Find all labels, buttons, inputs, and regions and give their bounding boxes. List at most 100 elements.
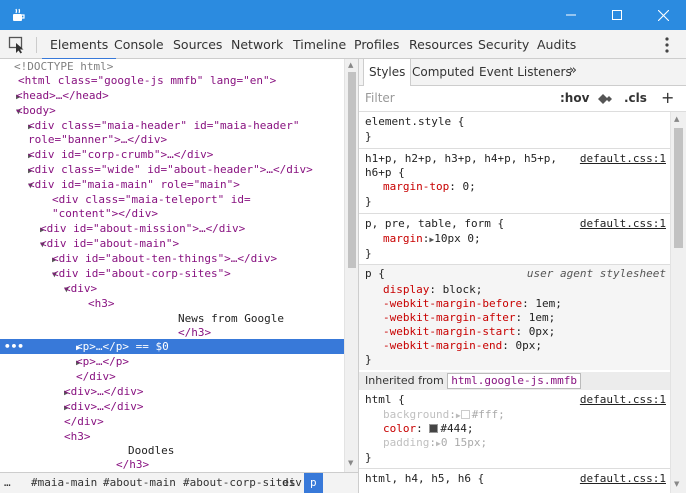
inherited-element-link[interactable]: html.google-js.mmfb xyxy=(447,373,582,389)
tree-line-maia-teleport[interactable]: <div class="maia-teleport" id= xyxy=(0,192,344,207)
collapse-triangle-icon[interactable]: ▼ xyxy=(0,178,33,193)
tree-line-body[interactable]: ▼<body> xyxy=(0,103,344,118)
breadcrumb-maia-main[interactable]: #maia-main xyxy=(31,473,97,493)
breadcrumb-about-main[interactable]: #about-main xyxy=(103,473,176,493)
tree-line-h3-open-2[interactable]: <h3> xyxy=(0,429,344,444)
breadcrumb-div[interactable]: div xyxy=(282,473,302,493)
tree-line-div-collapsed-2[interactable]: ▶<div>…</div> xyxy=(0,399,344,414)
scroll-up-icon[interactable]: ▲ xyxy=(348,61,353,69)
tab-network[interactable]: Network xyxy=(231,30,283,59)
tree-line-head[interactable]: ▶<head>…</head> xyxy=(0,88,344,103)
tree-line-about-main[interactable]: ▼<div id="about-main"> xyxy=(0,236,344,251)
breadcrumb-p[interactable]: p xyxy=(304,473,323,493)
element-style-selector[interactable]: element.style { xyxy=(365,115,464,129)
ua-property[interactable]: display: block; xyxy=(383,283,482,297)
scroll-down-icon[interactable]: ▼ xyxy=(348,459,353,467)
collapse-triangle-icon[interactable]: ▼ xyxy=(0,282,69,297)
scroll-up-icon[interactable]: ▲ xyxy=(674,115,679,123)
html-h-rule-selector[interactable]: html, h4, h5, h6 { xyxy=(365,472,484,486)
tree-line-div[interactable]: ▼<div> xyxy=(0,281,344,296)
ua-property[interactable]: -webkit-margin-end: 0px; xyxy=(383,339,542,353)
collapse-triangle-icon[interactable]: ▼ xyxy=(0,267,57,282)
expand-triangle-icon[interactable]: ▶ xyxy=(0,222,45,237)
close-button[interactable] xyxy=(640,0,686,30)
tree-line-about-header[interactable]: ▶<div class="wide" id="about-header">…</… xyxy=(0,162,344,177)
expand-triangle-icon[interactable]: ▶ xyxy=(0,89,21,104)
tree-line-h3-text[interactable]: News from Google xyxy=(0,311,344,326)
tab-timeline[interactable]: Timeline xyxy=(293,30,346,59)
breadcrumb-overflow[interactable]: … xyxy=(4,473,11,493)
expand-triangle-icon[interactable]: ▶ xyxy=(0,148,33,163)
html-property-background[interactable]: background:▶ #fff; xyxy=(383,408,505,422)
paint-brush-icon[interactable] xyxy=(597,92,613,106)
tree-line-h3-close-2[interactable]: </h3> xyxy=(0,457,344,472)
expand-triangle-icon[interactable]: ▶ xyxy=(0,163,33,178)
maximize-button[interactable] xyxy=(594,0,640,30)
elements-scrollbar[interactable]: ▲ ▼ xyxy=(344,59,358,472)
tree-line-maia-main[interactable]: ▼<div id="maia-main" role="main"> xyxy=(0,177,344,192)
expand-triangle-icon[interactable]: ▶ xyxy=(0,355,81,370)
ua-property[interactable]: -webkit-margin-after: 1em; xyxy=(383,311,555,325)
color-swatch[interactable] xyxy=(460,410,470,419)
tree-line-div-collapsed-1[interactable]: ▶<div>…</div> xyxy=(0,384,344,399)
tree-line-maia-header[interactable]: ▶<div class="maia-header" id="maia-heade… xyxy=(0,118,344,133)
filter-input[interactable]: Filter xyxy=(365,91,395,105)
tree-line-about-ten-things[interactable]: ▶<div id="about-ten-things">…</div> xyxy=(0,251,344,266)
more-options-icon[interactable] xyxy=(664,36,670,54)
p-rule-selector[interactable]: p, pre, table, form { xyxy=(365,217,504,231)
ua-rule-selector[interactable]: p { xyxy=(365,267,385,281)
html-rule-source-link[interactable]: default.css:1 xyxy=(580,393,666,407)
tree-line-selected-p[interactable]: ••• ▶<p>…</p> == $0 xyxy=(0,339,344,354)
p-rule-source-link[interactable]: default.css:1 xyxy=(580,217,666,231)
tree-line-doctype[interactable]: <!DOCTYPE html> xyxy=(0,59,344,74)
ua-property[interactable]: -webkit-margin-start: 0px; xyxy=(383,325,555,339)
selected-dots-icon[interactable]: ••• xyxy=(4,339,24,354)
scrollbar-thumb[interactable] xyxy=(674,128,683,248)
tab-security[interactable]: Security xyxy=(478,30,529,59)
tab-styles[interactable]: Styles xyxy=(363,59,412,86)
tree-line-h3-open[interactable]: <h3> xyxy=(0,296,344,311)
tree-line-html[interactable]: <html class="google-js mmfb" lang="en"> xyxy=(0,73,344,88)
html-rule-selector[interactable]: html { xyxy=(365,393,405,407)
tab-elements[interactable]: Elements xyxy=(41,30,117,60)
p-rule-property[interactable]: margin:▶10px 0; xyxy=(383,232,481,246)
tab-sources[interactable]: Sources xyxy=(173,30,222,59)
scrollbar-thumb[interactable] xyxy=(348,72,356,268)
collapse-triangle-icon[interactable]: ▼ xyxy=(0,237,45,252)
tree-line-corp-crumb[interactable]: ▶<div id="corp-crumb">…</div> xyxy=(0,147,344,162)
inspect-element-icon[interactable] xyxy=(8,36,26,54)
tree-line-p[interactable]: ▶<p>…</p> xyxy=(0,354,344,369)
ua-property[interactable]: -webkit-margin-before: 1em; xyxy=(383,297,562,311)
h-rule-property[interactable]: margin-top: 0; xyxy=(383,180,476,194)
html-h-rule-source-link[interactable]: default.css:1 xyxy=(580,472,666,486)
cls-toggle[interactable]: .cls xyxy=(624,91,647,105)
h-rule-selector-2[interactable]: h6+p { xyxy=(365,166,405,180)
expand-triangle-icon[interactable]: ▶ xyxy=(0,400,69,415)
tab-event-listeners[interactable]: Event Listeners xyxy=(479,59,572,86)
tab-audits[interactable]: Audits xyxy=(537,30,576,59)
tree-line-about-corp-sites[interactable]: ▼<div id="about-corp-sites"> xyxy=(0,266,344,281)
html-property-color[interactable]: color: #444; xyxy=(383,422,474,436)
tree-line-div-close[interactable]: </div> xyxy=(0,369,344,384)
tree-line-h3-close[interactable]: </h3> xyxy=(0,325,344,340)
h-rule-source-link[interactable]: default.css:1 xyxy=(580,152,666,166)
tree-line-h3-text-2[interactable]: Doodles xyxy=(0,443,344,458)
styles-scrollbar[interactable]: ▲ ▼ xyxy=(670,112,686,493)
tree-line-about-mission[interactable]: ▶<div id="about-mission">…</div> xyxy=(0,221,344,236)
tree-line-div-close-2[interactable]: </div> xyxy=(0,414,344,429)
tab-profiles[interactable]: Profiles xyxy=(354,30,399,59)
html-property-padding[interactable]: padding:▶0 15px; xyxy=(383,436,487,450)
h-rule-selector-1[interactable]: h1+p, h2+p, h3+p, h4+p, h5+p, xyxy=(365,152,557,166)
collapse-triangle-icon[interactable]: ▼ xyxy=(0,104,21,119)
tree-line-maia-teleport-cont[interactable]: "content"></div> xyxy=(0,206,344,221)
expand-triangle-icon[interactable]: ▶ xyxy=(0,385,69,400)
minimize-button[interactable] xyxy=(548,0,594,30)
scroll-down-icon[interactable]: ▼ xyxy=(674,480,679,488)
expand-triangle-icon[interactable]: ▶ xyxy=(0,252,57,267)
tab-console[interactable]: Console xyxy=(114,30,164,59)
tab-computed[interactable]: Computed xyxy=(412,59,474,86)
add-rule-icon[interactable]: + xyxy=(661,88,674,107)
hov-toggle[interactable]: :hov xyxy=(560,91,589,105)
breadcrumb-about-corp-sites[interactable]: #about-corp-sites xyxy=(183,473,296,493)
tree-line-maia-header-cont[interactable]: role="banner">…</div> xyxy=(0,132,344,147)
